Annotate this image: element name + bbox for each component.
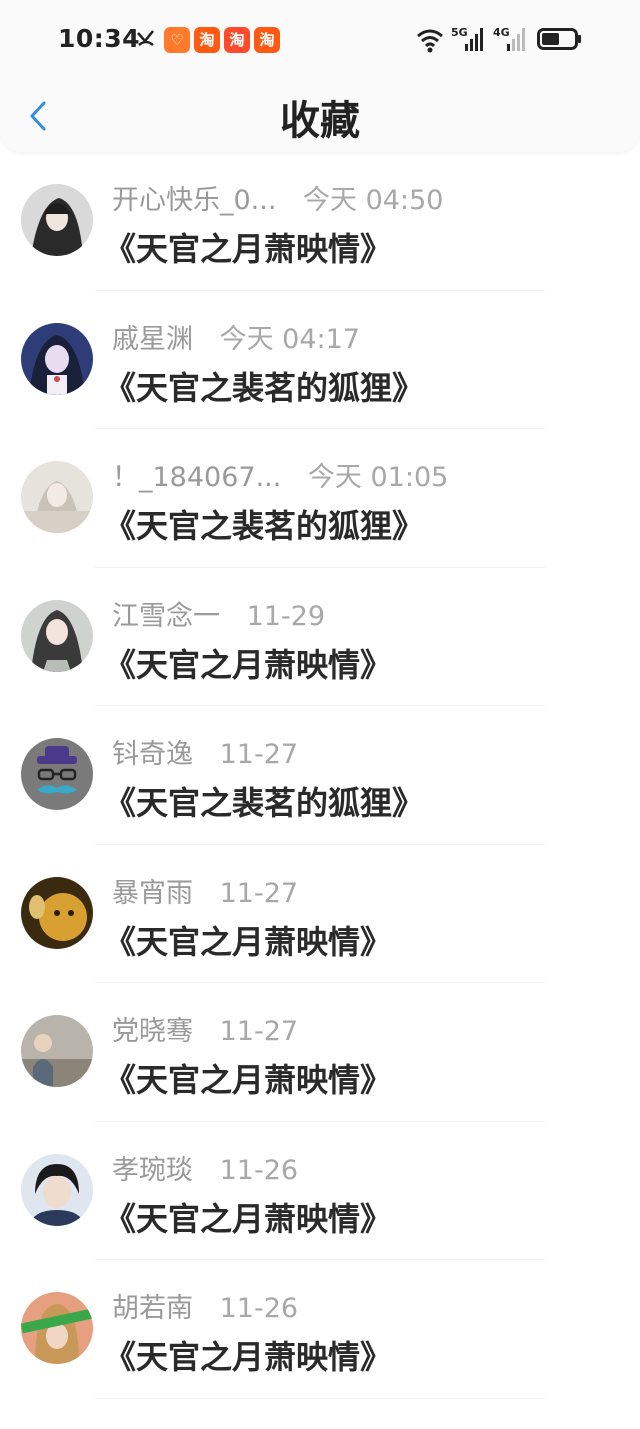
book-title: 《天官之裴茗的狐狸》 [104,784,425,822]
timestamp: 11-27 [219,877,299,909]
timestamp: 11-26 [219,1154,299,1186]
book-title: 《天官之月萧映情》 [104,645,393,684]
signal-5g-icon [465,28,483,51]
favorites-list: 开心快乐_0... 今天 04:50 《天官之月萧映情》 戚星渊 今天 04:1… [0,152,640,1399]
system-icons: 5G 4G [415,26,585,54]
avatar [21,184,93,256]
list-item[interactable]: 戚星渊 今天 04:17 《天官之裴茗的狐狸》 [0,291,640,430]
battery-icon [537,28,581,50]
list-item[interactable]: 暴宵雨 11-27 《天官之月萧映情》 [0,845,640,984]
list-item[interactable]: 孝琬琰 11-26 《天官之月萧映情》 [0,1122,640,1261]
avatar [21,599,93,672]
book-title: 《天官之月萧映情》 [104,1338,393,1376]
timestamp: 11-29 [246,600,326,632]
book-title: 《天官之裴茗的狐狸》 [104,507,425,545]
timestamp: 今天 04:50 [303,185,444,216]
avatar [21,322,93,395]
user-name: 党晓骞 [112,1016,193,1047]
user-name: ！_184067... [112,462,282,493]
status-time: 10:34 [58,24,141,53]
list-item[interactable]: 党晓骞 11-27 《天官之月萧映情》 [0,983,640,1122]
user-name: 胡若南 [112,1293,193,1324]
signal-4g-icon [507,28,525,51]
list-item[interactable]: 开心快乐_0... 今天 04:50 《天官之月萧映情》 [0,152,640,291]
book-title: 《天官之裴茗的狐狸》 [104,368,425,407]
avatar [21,1015,93,1087]
timestamp: 11-26 [219,1293,299,1324]
taobao-app-icon: 淘 [194,27,220,53]
user-name: 戚星渊 [112,323,193,355]
list-item[interactable]: 胡若南 11-26 《天官之月萧映情》 [0,1260,640,1399]
timestamp: 今天 01:05 [307,462,449,493]
missed-call-icon [137,30,154,46]
heart-app-icon: ♡ [164,27,190,53]
timestamp: 今天 04:17 [219,323,360,355]
avatar [21,876,93,949]
user-name: 钭奇逸 [112,739,193,770]
timestamp: 11-27 [219,1016,299,1047]
avatar [21,1292,93,1364]
book-title: 《天官之月萧映情》 [104,1061,393,1099]
user-name: 江雪念一 [112,600,220,632]
list-item[interactable]: 江雪念一 11-29 《天官之月萧映情》 [0,568,640,707]
wifi-icon [417,29,443,53]
taobao-app-icon: 淘 [254,27,280,53]
user-name: 开心快乐_0... [112,185,277,216]
list-item[interactable]: ！_184067... 今天 01:05 《天官之裴茗的狐狸》 [0,429,640,568]
taobao-app-icon: 淘 [224,27,250,53]
book-title: 《天官之月萧映情》 [104,1199,393,1238]
avatar [21,738,93,810]
top-bar: 10:34 ♡ 淘 淘 淘 5G 4G 收藏 [0,0,640,152]
avatar [21,461,93,533]
page-title: 收藏 [280,98,360,144]
user-name: 暴宵雨 [112,877,193,909]
navigation-bar: 收藏 [0,80,640,152]
status-bar: 10:34 ♡ 淘 淘 淘 5G 4G [0,0,640,80]
user-name: 孝琬琰 [112,1154,193,1186]
book-title: 《天官之月萧映情》 [104,922,393,961]
list-item[interactable]: 钭奇逸 11-27 《天官之裴茗的狐狸》 [0,706,640,845]
timestamp: 11-27 [219,739,299,770]
book-title: 《天官之月萧映情》 [104,230,393,268]
avatar [21,1153,93,1226]
